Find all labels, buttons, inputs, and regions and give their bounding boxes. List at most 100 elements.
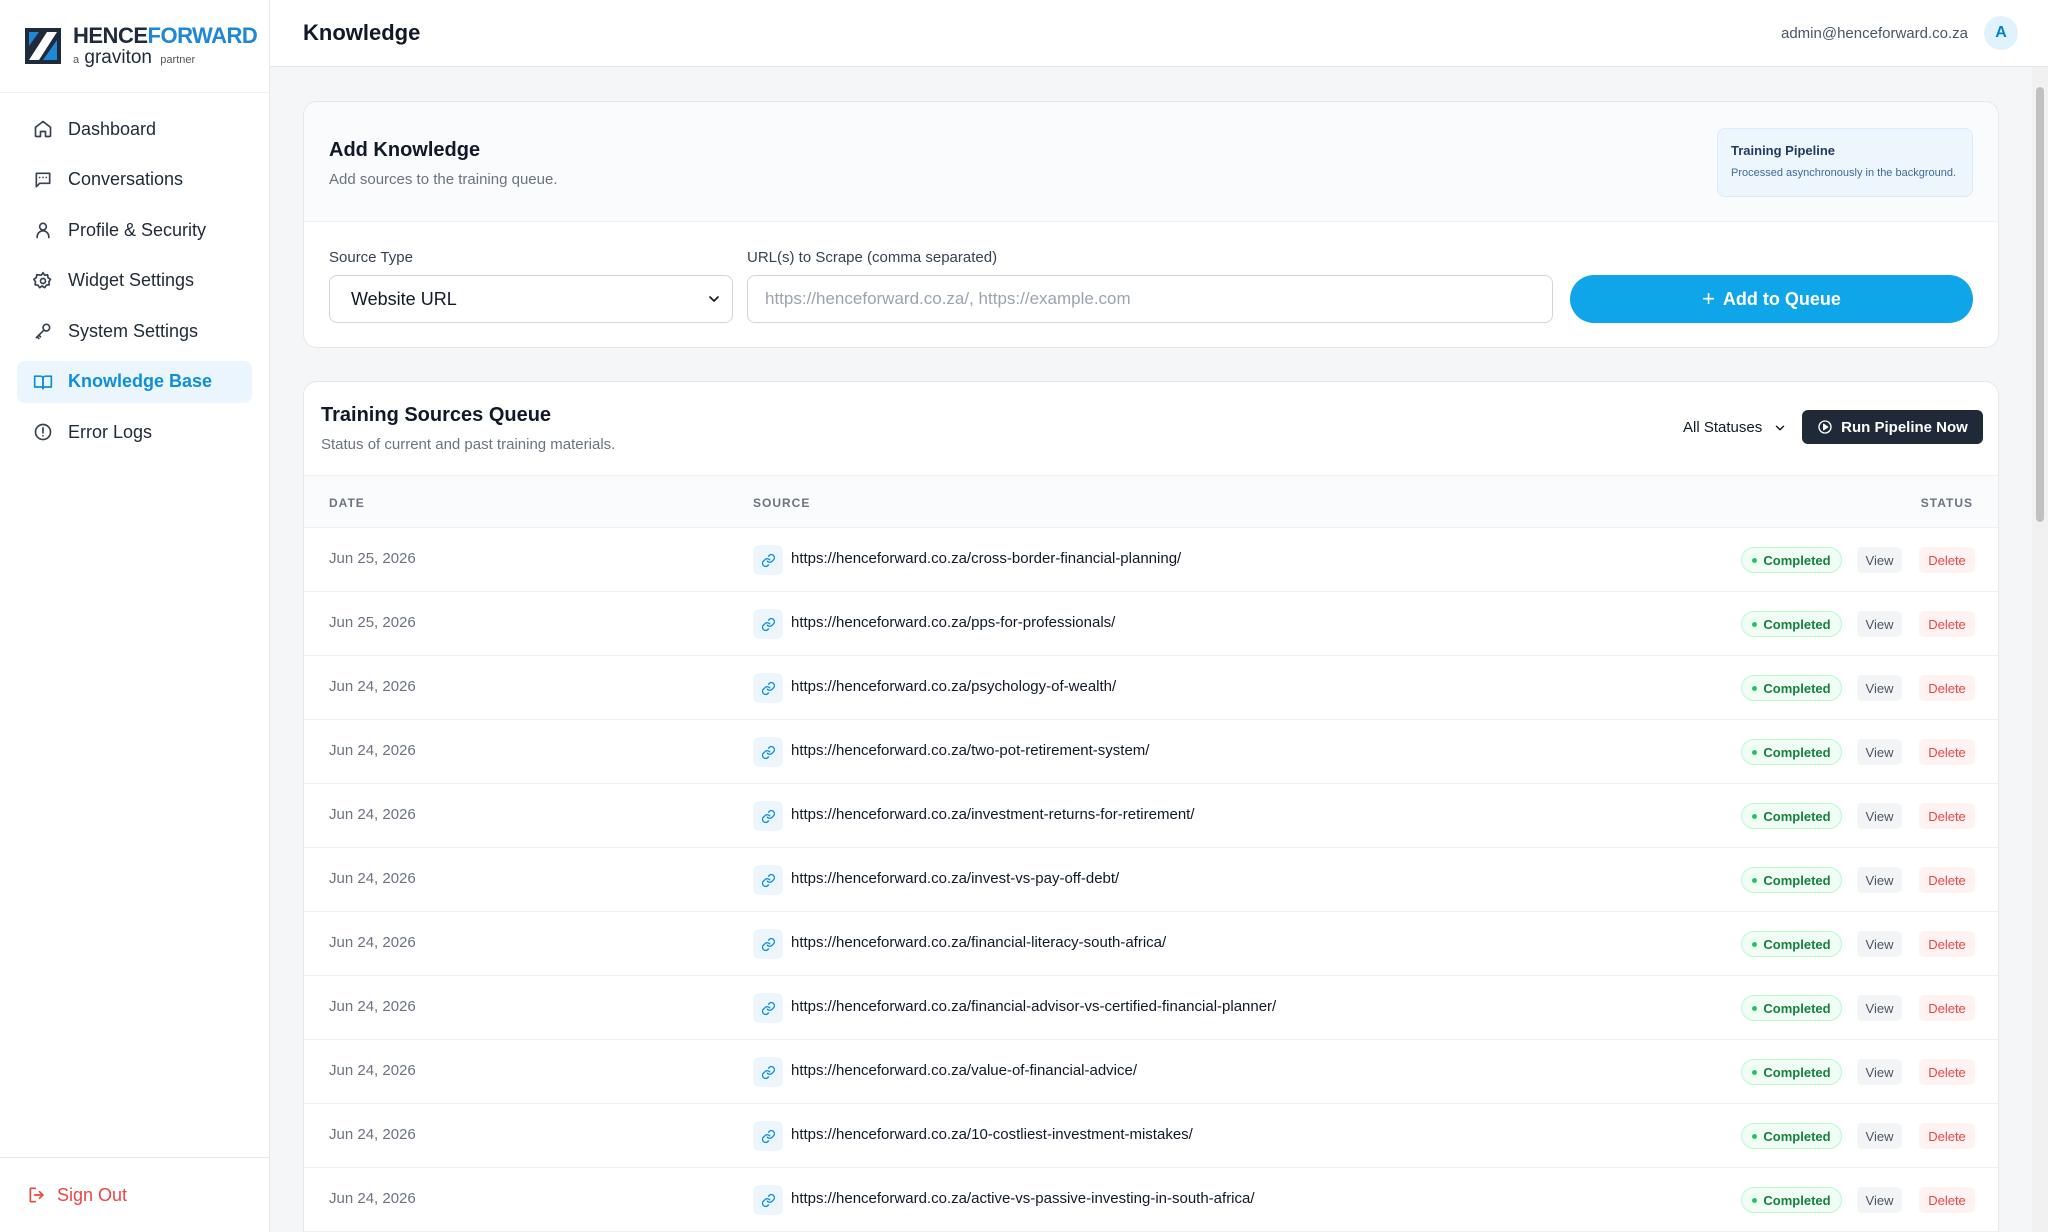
url-input[interactable]: [747, 275, 1553, 323]
status-badge: Completed: [1741, 739, 1842, 765]
row-source-link[interactable]: https://henceforward.co.za/10-costliest-…: [791, 1126, 1193, 1143]
view-button[interactable]: View: [1857, 867, 1902, 893]
view-button[interactable]: View: [1857, 611, 1902, 637]
scrollbar-thumb[interactable]: [2036, 87, 2044, 522]
row-date: Jun 24, 2026: [329, 998, 416, 1015]
key-icon: [33, 321, 53, 341]
sidebar-item-knowledge-base[interactable]: Knowledge Base: [17, 360, 252, 403]
sidebar-item-label: Error Logs: [68, 421, 153, 442]
link-icon: [753, 609, 783, 639]
view-button[interactable]: View: [1857, 995, 1902, 1021]
sidebar-item-label: Profile & Security: [68, 219, 207, 240]
row-source-link[interactable]: https://henceforward.co.za/psychology-of…: [791, 678, 1116, 695]
row-date: Jun 24, 2026: [329, 1190, 416, 1207]
view-button[interactable]: View: [1857, 931, 1902, 957]
table-header: DATE SOURCE STATUS: [304, 475, 1998, 528]
add-to-queue-button[interactable]: + Add to Queue: [1570, 275, 1973, 323]
table-row: Jun 24, 2026 https://henceforward.co.za/…: [304, 784, 1998, 848]
status-text: Completed: [1763, 1064, 1831, 1080]
view-button[interactable]: View: [1857, 803, 1902, 829]
row-source-link[interactable]: https://henceforward.co.za/cross-border-…: [791, 550, 1181, 567]
sidebar-item-system-settings[interactable]: System Settings: [17, 310, 252, 352]
run-pipeline-button[interactable]: Run Pipeline Now: [1802, 410, 1983, 444]
brand-sub-prefix: a: [73, 54, 80, 66]
delete-button[interactable]: Delete: [1919, 931, 1975, 957]
sign-out-button[interactable]: Sign Out: [27, 1185, 127, 1206]
sidebar-item-label: System Settings: [68, 320, 199, 341]
top-header: Knowledge admin@henceforward.co.za A: [270, 0, 2048, 67]
table-row: Jun 24, 2026 https://henceforward.co.za/…: [304, 1168, 1998, 1232]
sidebar-item-dashboard[interactable]: Dashboard: [17, 108, 252, 150]
status-dot: [1752, 749, 1758, 755]
sidebar-item-error-logs[interactable]: Error Logs: [17, 411, 252, 453]
row-source-link[interactable]: https://henceforward.co.za/value-of-fina…: [791, 1062, 1137, 1079]
delete-button[interactable]: Delete: [1919, 1123, 1975, 1149]
page-scrollbar[interactable]: [2032, 67, 2048, 1232]
delete-button[interactable]: Delete: [1919, 867, 1975, 893]
status-badge: Completed: [1741, 611, 1842, 637]
delete-button[interactable]: Delete: [1919, 675, 1975, 701]
logo-mark-icon: [25, 26, 65, 66]
sign-out-icon: [29, 1187, 44, 1203]
delete-button[interactable]: Delete: [1919, 611, 1975, 637]
status-dot: [1752, 941, 1758, 947]
table-row: Jun 24, 2026 https://henceforward.co.za/…: [304, 656, 1998, 720]
view-button[interactable]: View: [1857, 547, 1902, 573]
status-filter-select[interactable]: All Statuses: [1667, 410, 1795, 444]
link-icon: [753, 801, 783, 831]
sidebar-item-conversations[interactable]: Conversations: [17, 159, 252, 201]
home-icon: [33, 119, 53, 139]
delete-button[interactable]: Delete: [1919, 1187, 1975, 1213]
sidebar-item-label: Widget Settings: [68, 270, 195, 290]
view-button[interactable]: View: [1857, 739, 1902, 765]
page-title: Knowledge: [303, 20, 421, 45]
view-button[interactable]: View: [1857, 1059, 1902, 1085]
user-area: admin@henceforward.co.za A: [1781, 16, 2018, 50]
play-circle-icon: [1818, 420, 1832, 434]
row-source-link[interactable]: https://henceforward.co.za/pps-for-profe…: [791, 614, 1115, 631]
row-source-link[interactable]: https://henceforward.co.za/invest-vs-pay…: [791, 870, 1119, 887]
column-header-source: SOURCE: [753, 496, 811, 510]
row-date: Jun 24, 2026: [329, 806, 416, 823]
add-knowledge-card: Add Knowledge Add sources to the trainin…: [303, 101, 1999, 348]
row-date: Jun 24, 2026: [329, 870, 416, 887]
row-source-link[interactable]: https://henceforward.co.za/financial-lit…: [791, 934, 1166, 951]
queue-title: Training Sources Queue: [321, 404, 552, 426]
user-email: admin@henceforward.co.za: [1781, 24, 1968, 42]
status-text: Completed: [1763, 808, 1831, 824]
add-knowledge-subtitle: Add sources to the training queue.: [329, 171, 558, 188]
view-button[interactable]: View: [1857, 1187, 1902, 1213]
brand-logo[interactable]: HENCEFORWARD a graviton partner: [0, 0, 269, 93]
delete-button[interactable]: Delete: [1919, 547, 1975, 573]
sidebar-nav: Dashboard Conversations Profile & Securi…: [0, 93, 269, 453]
sidebar-footer: Sign Out: [0, 1157, 269, 1232]
view-button[interactable]: View: [1857, 1123, 1902, 1149]
status-badge: Completed: [1741, 867, 1842, 893]
delete-button[interactable]: Delete: [1919, 995, 1975, 1021]
source-type-select[interactable]: Website URL: [329, 275, 733, 323]
status-dot: [1752, 557, 1758, 563]
sidebar-item-label: Dashboard: [68, 118, 157, 139]
sidebar-item-profile-security[interactable]: Profile & Security: [17, 209, 252, 251]
link-icon: [753, 1121, 783, 1151]
training-pipeline-note: Training Pipeline Processed asynchronous…: [1717, 128, 1973, 197]
status-text: Completed: [1763, 1000, 1831, 1016]
chevron-down-icon: [706, 291, 722, 312]
brand-name-part2: FORWARD: [147, 23, 258, 48]
delete-button[interactable]: Delete: [1919, 1059, 1975, 1085]
row-source-link[interactable]: https://henceforward.co.za/investment-re…: [791, 806, 1195, 823]
chat-icon: [33, 170, 53, 190]
status-text: Completed: [1763, 680, 1831, 696]
row-source-link[interactable]: https://henceforward.co.za/financial-adv…: [791, 998, 1276, 1015]
delete-button[interactable]: Delete: [1919, 739, 1975, 765]
row-date: Jun 25, 2026: [329, 550, 416, 567]
status-badge: Completed: [1741, 1187, 1842, 1213]
row-source-link[interactable]: https://henceforward.co.za/two-pot-retir…: [791, 742, 1149, 759]
avatar[interactable]: A: [1984, 16, 2018, 50]
sidebar-item-widget-settings[interactable]: Widget Settings: [17, 260, 252, 302]
status-dot: [1752, 1005, 1758, 1011]
view-button[interactable]: View: [1857, 675, 1902, 701]
row-source-link[interactable]: https://henceforward.co.za/active-vs-pas…: [791, 1190, 1255, 1207]
delete-button[interactable]: Delete: [1919, 803, 1975, 829]
link-icon: [753, 1057, 783, 1087]
